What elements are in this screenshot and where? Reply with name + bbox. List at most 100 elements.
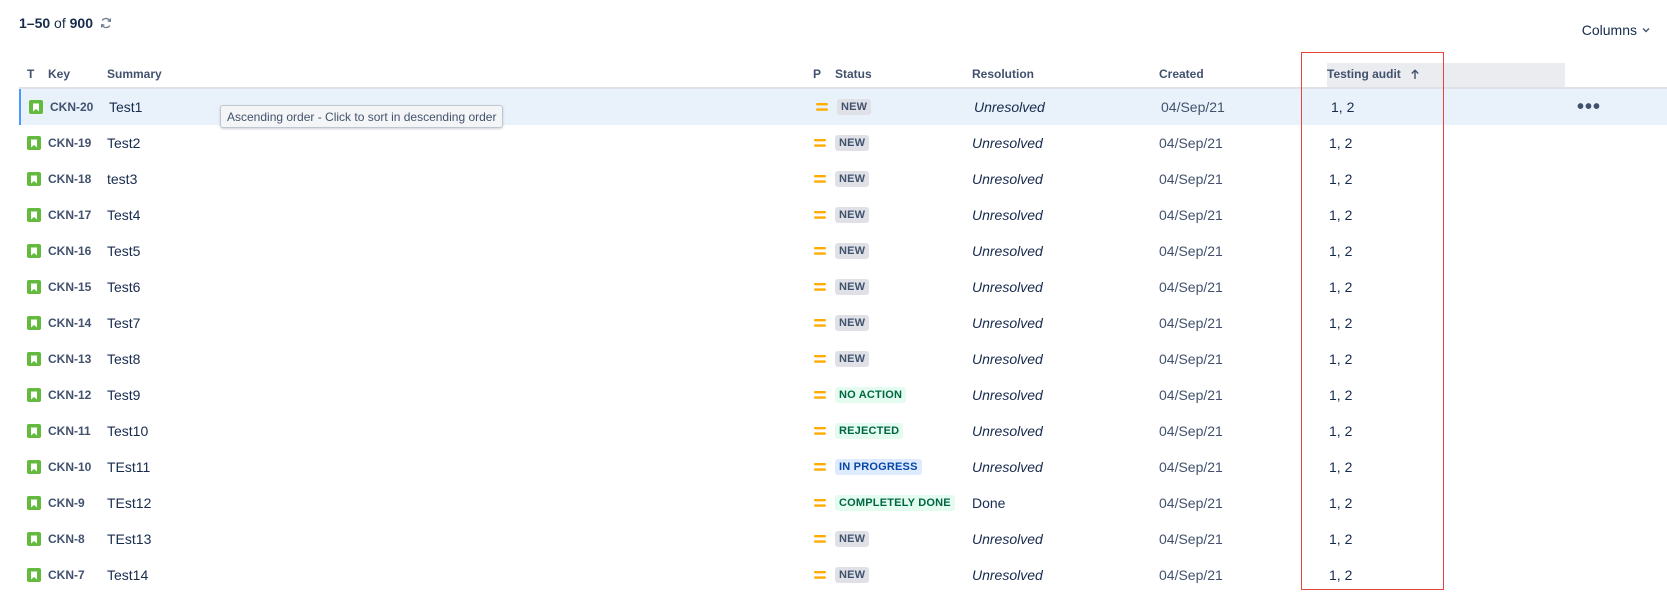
priority-medium-icon: [813, 485, 827, 521]
issue-key-link[interactable]: CKN-16: [48, 233, 91, 269]
issue-summary-link[interactable]: TEst11: [107, 449, 150, 485]
table-row[interactable]: CKN-17 Test4 NEW Unresolved 04/Sep/21 1, 2: [19, 197, 1667, 233]
status-badge[interactable]: REJECTED: [835, 423, 904, 439]
table-row[interactable]: CKN-9 TEst12 COMPLETELY DONE Done 04/Sep/21 1…: [19, 485, 1667, 521]
column-header-created[interactable]: Created: [1159, 67, 1204, 81]
range-label: 1–50: [19, 15, 51, 31]
column-header-type[interactable]: T: [27, 67, 34, 81]
priority-medium-icon: [813, 341, 827, 377]
table-row[interactable]: CKN-14 Test7 NEW Unresolved 04/Sep/21 1, 2: [19, 305, 1667, 341]
issue-summary-link[interactable]: TEst12: [107, 485, 151, 521]
table-row[interactable]: CKN-13 Test8 NEW Unresolved 04/Sep/21 1, 2: [19, 341, 1667, 377]
story-icon: [29, 100, 43, 114]
status-badge[interactable]: NEW: [835, 531, 870, 547]
status-cell: COMPLETELY DONE: [835, 485, 955, 521]
priority-medium-icon: [813, 125, 827, 161]
status-badge[interactable]: IN PROGRESS: [835, 459, 922, 475]
created-date: 04/Sep/21: [1159, 387, 1223, 403]
resolution-value: Unresolved: [972, 171, 1043, 187]
story-icon: [27, 244, 41, 258]
created-date: 04/Sep/21: [1159, 135, 1223, 151]
type-cell: [27, 269, 41, 305]
table-row[interactable]: CKN-10 TEst11 IN PROGRESS Unresolved 04/Sep/…: [19, 449, 1667, 485]
created-date: 04/Sep/21: [1159, 531, 1223, 547]
status-badge[interactable]: NO ACTION: [835, 387, 907, 403]
issue-key-link[interactable]: CKN-15: [48, 269, 91, 305]
table-row[interactable]: CKN-19 Test2 NEW Unresolved 04/Sep/21 1, 2: [19, 125, 1667, 161]
issue-summary-link[interactable]: Test4: [107, 197, 140, 233]
status-badge[interactable]: NEW: [835, 351, 870, 367]
column-header-resolution[interactable]: Resolution: [972, 67, 1034, 81]
issue-key-link[interactable]: CKN-19: [48, 125, 91, 161]
testing-audit-value: 1, 2: [1329, 243, 1353, 259]
status-badge[interactable]: NEW: [835, 207, 870, 223]
total-count: 900: [69, 15, 93, 31]
status-badge[interactable]: NEW: [837, 99, 872, 115]
issue-key-link[interactable]: CKN-11: [48, 413, 91, 449]
story-icon: [27, 136, 41, 150]
issue-summary-link[interactable]: Test2: [107, 125, 140, 161]
table-row[interactable]: CKN-15 Test6 NEW Unresolved 04/Sep/21 1, 2: [19, 269, 1667, 305]
type-cell: [29, 89, 43, 125]
type-cell: [27, 305, 41, 341]
status-badge[interactable]: COMPLETELY DONE: [835, 495, 955, 511]
columns-button[interactable]: Columns: [1582, 22, 1651, 38]
issue-key-link[interactable]: CKN-14: [48, 305, 91, 341]
column-header-summary[interactable]: Summary: [107, 67, 162, 81]
issue-key-link[interactable]: CKN-20: [50, 89, 93, 125]
status-cell: NEW: [837, 89, 872, 125]
status-cell: IN PROGRESS: [835, 449, 922, 485]
status-badge[interactable]: NEW: [835, 279, 870, 295]
table-row[interactable]: CKN-18 test3 NEW Unresolved 04/Sep/21 1, 2: [19, 161, 1667, 197]
status-cell: NEW: [835, 269, 870, 305]
column-header-status[interactable]: Status: [835, 67, 872, 81]
status-badge[interactable]: NEW: [835, 315, 870, 331]
table-row[interactable]: CKN-7 Test14 NEW Unresolved 04/Sep/21 1, 2: [19, 557, 1667, 593]
issue-key-link[interactable]: CKN-12: [48, 377, 91, 413]
issue-summary-link[interactable]: TEst13: [107, 521, 151, 557]
table-row[interactable]: CKN-11 Test10 REJECTED Unresolved 04/Sep/21 1…: [19, 413, 1667, 449]
column-header-key[interactable]: Key: [48, 67, 70, 81]
issue-key-link[interactable]: CKN-10: [48, 449, 91, 485]
status-badge[interactable]: NEW: [835, 171, 870, 187]
issue-summary-link[interactable]: Test8: [107, 341, 140, 377]
testing-audit-value: 1, 2: [1329, 423, 1353, 439]
issue-summary-link[interactable]: Test9: [107, 377, 140, 413]
more-actions-icon[interactable]: •••: [1577, 89, 1601, 125]
resolution-value: Unresolved: [972, 459, 1043, 475]
issue-summary-link[interactable]: test3: [107, 161, 137, 197]
issue-key-link[interactable]: CKN-7: [48, 557, 85, 593]
column-header-testing-audit[interactable]: Testing audit: [1327, 67, 1420, 81]
resolution-value: Unresolved: [972, 315, 1043, 331]
issue-key-link[interactable]: CKN-9: [48, 485, 85, 521]
priority-medium-icon: [813, 269, 827, 305]
resolution-value: Unresolved: [972, 207, 1043, 223]
issue-summary-link[interactable]: Test14: [107, 557, 148, 593]
issue-summary-link[interactable]: Test10: [107, 413, 148, 449]
refresh-icon[interactable]: [100, 17, 112, 29]
priority-medium-icon: [813, 377, 827, 413]
table-row[interactable]: CKN-16 Test5 NEW Unresolved 04/Sep/21 1, 2: [19, 233, 1667, 269]
issue-key-link[interactable]: CKN-8: [48, 521, 85, 557]
resolution-value: Unresolved: [972, 279, 1043, 295]
table-row[interactable]: CKN-8 TEst13 NEW Unresolved 04/Sep/21 1, 2: [19, 521, 1667, 557]
status-badge[interactable]: NEW: [835, 243, 870, 259]
status-badge[interactable]: NEW: [835, 135, 870, 151]
issue-key-link[interactable]: CKN-18: [48, 161, 91, 197]
testing-audit-value: 1, 2: [1329, 207, 1353, 223]
table-row[interactable]: CKN-12 Test9 NO ACTION Unresolved 04/Sep/21 1…: [19, 377, 1667, 413]
issue-key-link[interactable]: CKN-13: [48, 341, 91, 377]
issue-summary-link[interactable]: Test1: [109, 89, 142, 125]
status-badge[interactable]: NEW: [835, 567, 870, 583]
issue-summary-link[interactable]: Test7: [107, 305, 140, 341]
column-header-priority[interactable]: P: [813, 67, 821, 81]
created-date: 04/Sep/21: [1159, 495, 1223, 511]
issue-summary-link[interactable]: Test6: [107, 269, 140, 305]
story-icon: [27, 316, 41, 330]
priority-medium-icon: [813, 413, 827, 449]
testing-audit-value: 1, 2: [1329, 351, 1353, 367]
issue-summary-link[interactable]: Test5: [107, 233, 140, 269]
priority-medium-icon: [813, 449, 827, 485]
issue-key-link[interactable]: CKN-17: [48, 197, 91, 233]
status-cell: NEW: [835, 161, 870, 197]
